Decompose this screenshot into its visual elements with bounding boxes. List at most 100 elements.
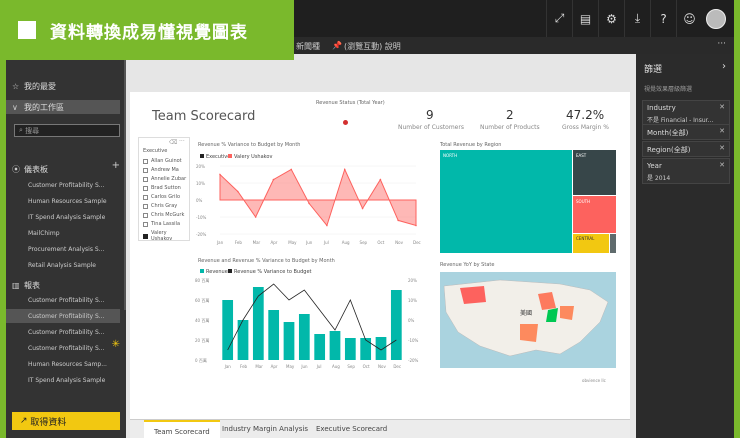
slicer-option[interactable]: Carlos Grilo: [143, 194, 180, 200]
tab-executive-scorecard[interactable]: Executive Scorecard: [316, 425, 387, 433]
pin-icon[interactable]: 📌: [332, 41, 342, 50]
state-map[interactable]: 美國: [440, 272, 616, 368]
smiley-icon[interactable]: ☺: [676, 0, 702, 37]
chart2-legend-label: Revenue: [206, 269, 228, 275]
slicer-option-label: Valery Ushakov: [150, 230, 173, 242]
toolbar-item-2[interactable]: (瀏覽互動) 說明: [344, 41, 401, 52]
nav-dashboard-item[interactable]: Procurement Analysis S...: [28, 242, 104, 256]
add-dashboard-icon[interactable]: +: [112, 160, 120, 171]
slicer-option[interactable]: Annelie Zubar: [143, 176, 186, 182]
slicer-option[interactable]: Brad Sutton: [143, 185, 181, 191]
help-icon[interactable]: ?: [650, 0, 676, 37]
chart1-point: [237, 190, 239, 193]
checkbox[interactable]: [143, 194, 148, 200]
comment-icon[interactable]: ▤: [572, 0, 598, 37]
map-state-highlight[interactable]: [560, 306, 574, 320]
region-treemap[interactable]: NORTH EAST SOUTH CENTRAL: [440, 150, 616, 253]
slicer-more-icon[interactable]: ···: [179, 138, 185, 145]
clear-filter-icon[interactable]: ✕: [719, 127, 725, 135]
tab-team-scorecard[interactable]: Team Scorecard: [144, 420, 220, 438]
kpi-value: 47.2%: [566, 108, 605, 122]
kpi-label: Gross Margin %: [562, 124, 609, 131]
nav-dashboard-item[interactable]: Customer Profitability S...: [28, 178, 105, 192]
chart1-point: [272, 178, 275, 181]
chart1-y-tick: 20%: [196, 164, 205, 169]
get-data-button[interactable]: ↗ 取得資料: [12, 412, 120, 430]
filter-card-region[interactable]: Region(全部) ✕: [642, 141, 730, 157]
treemap-tile-north[interactable]: [440, 150, 572, 253]
treemap-label: EAST: [576, 153, 587, 158]
report-icon: ▥: [12, 280, 20, 290]
tab-industry-margin[interactable]: Industry Margin Analysis: [222, 425, 308, 433]
slicer-option[interactable]: Tina Lassila: [143, 221, 180, 227]
clear-filter-icon[interactable]: ✕: [719, 144, 725, 152]
chevron-right-icon[interactable]: ›: [722, 61, 726, 72]
kpi-value: 9: [426, 108, 434, 122]
slicer-option-label: Chris Gray: [151, 203, 178, 209]
chart1-legend-swatch: [200, 154, 204, 158]
slicer-option[interactable]: Chris Gray: [143, 203, 177, 209]
nav-dashboard-item[interactable]: Retail Analysis Sample: [28, 258, 96, 272]
nav-dashboard-item[interactable]: MailChimp: [28, 226, 60, 240]
checkbox[interactable]: [143, 176, 148, 182]
nav-dashboard-item[interactable]: IT Spend Analysis Sample: [28, 210, 105, 224]
filter-card-industry[interactable]: Industry 不是 Financial - Insur... ✕: [642, 100, 730, 126]
checkbox[interactable]: [143, 185, 148, 191]
dashboard-icon: ⦿: [12, 164, 20, 174]
chart2-x-tick: Jan: [224, 364, 232, 369]
checkbox[interactable]: [143, 212, 148, 218]
nav-report-item[interactable]: Customer Profitability S...: [28, 293, 105, 307]
map-state-highlight[interactable]: [460, 286, 486, 304]
toolbar-item-1[interactable]: 新聞種: [296, 41, 320, 52]
map-state-highlight[interactable]: [520, 324, 538, 342]
checkbox[interactable]: [143, 203, 148, 209]
nav-report-item[interactable]: IT Spend Analysis Sample: [28, 373, 105, 387]
nav-reports[interactable]: ▥ 報表: [12, 278, 40, 292]
nav-report-item[interactable]: Customer Profitability S...: [28, 325, 105, 339]
slicer-option[interactable]: Chris McGurk: [143, 212, 184, 218]
nav-dashboard-item[interactable]: Human Resources Sample: [28, 194, 107, 208]
avatar-icon[interactable]: [706, 8, 726, 29]
slicer-option[interactable]: Andrew Ma: [143, 167, 179, 173]
chart1-x-tick: Dec: [413, 240, 421, 245]
revenue-combo-chart[interactable]: Revenue Revenue % Variance to Budget 80 …: [194, 264, 444, 376]
nav-report-item[interactable]: Customer Profitability S...: [28, 341, 105, 355]
slicer-option[interactable]: Allan Guinot: [143, 158, 182, 164]
slicer-eraser-icon[interactable]: ⌫: [169, 139, 177, 146]
slicer-option-label: Brad Sutton: [151, 185, 181, 191]
chart2-bar: [222, 300, 234, 360]
status-indicator-dot: [343, 120, 348, 125]
filter-pane: 篩選 › 視覺效果層級篩選 Industry 不是 Financial - In…: [636, 54, 734, 438]
treemap-tile-west[interactable]: [610, 234, 616, 253]
checkbox[interactable]: [143, 158, 148, 164]
nav-favorites[interactable]: ☆ 我的最愛: [12, 79, 56, 93]
chart1-legend-label: Executive: [206, 154, 230, 160]
nav-report-item-active[interactable]: Customer Profitability S...: [6, 309, 120, 323]
expand-icon[interactable]: ⤢: [546, 0, 572, 37]
clear-filter-icon[interactable]: ✕: [719, 103, 725, 111]
chart1-point: [379, 178, 382, 181]
variance-area-chart[interactable]: Executive Valery Ushakov 20% 10% 0% -10% -20…: [194, 148, 424, 252]
nav-report-item[interactable]: Human Resources Samp...: [28, 357, 107, 371]
gear-icon[interactable]: ⚙: [598, 0, 624, 37]
filter-card-year[interactable]: Year 是 2014 ✕: [642, 158, 730, 184]
checkbox[interactable]: [143, 221, 148, 227]
chart2-bar: [283, 322, 295, 360]
checkbox[interactable]: [143, 167, 148, 173]
nav-search-placeholder: 搜尋: [25, 126, 40, 135]
nav-search-input[interactable]: ⌕ 搜尋: [14, 124, 120, 137]
download-icon[interactable]: ⤓: [624, 0, 650, 37]
nav-dashboards[interactable]: ⦿ 儀表板: [12, 162, 48, 176]
clear-filter-icon[interactable]: ✕: [719, 161, 725, 169]
filter-card-month[interactable]: Month(全部) ✕: [642, 124, 730, 140]
slicer-option-label: Tina Lassila: [151, 221, 181, 227]
nav-workspace[interactable]: ∨ 我的工作區: [6, 100, 120, 114]
chart2-x-tick: Feb: [240, 364, 248, 369]
chart1-point: [254, 216, 257, 218]
executive-slicer[interactable]: ⌫ ··· Executive Allan Guinot Andrew Ma A…: [138, 137, 190, 242]
chart2-x-tick: Apr: [271, 364, 278, 369]
checkbox-checked[interactable]: [143, 233, 148, 239]
chart2-bar: [344, 338, 356, 360]
more-options-icon[interactable]: ···: [717, 39, 726, 49]
slicer-option[interactable]: Valery Ushakov: [143, 230, 189, 242]
